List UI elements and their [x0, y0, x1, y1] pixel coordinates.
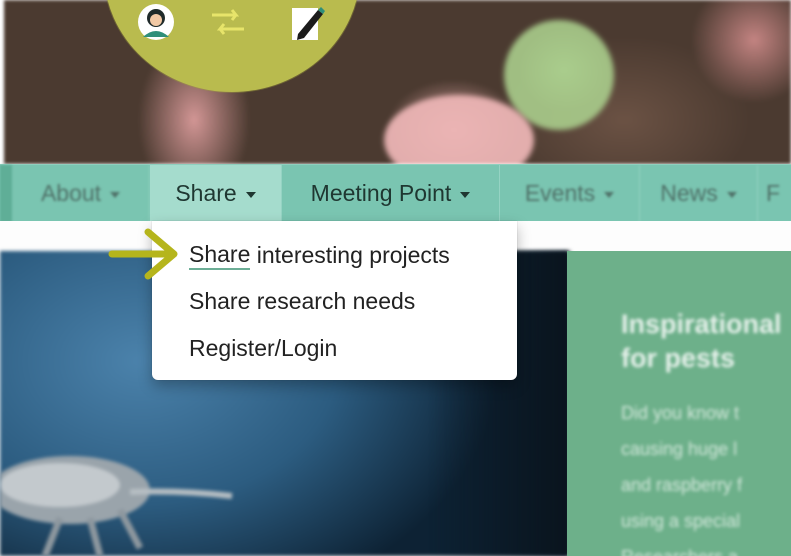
menu-item-share-interesting-projects[interactable]: Share interesting projects — [189, 238, 450, 272]
main-navbar: About Share Meeting Point Events News F — [0, 164, 791, 222]
nav-edge-item[interactable] — [0, 165, 12, 222]
nav-item-label: Share — [175, 180, 237, 206]
nav-item-about[interactable]: About — [12, 165, 150, 222]
nav-item-share[interactable]: Share — [150, 165, 282, 222]
feature-body-line: causing huge l — [621, 439, 738, 459]
nav-item-news[interactable]: News — [640, 165, 758, 222]
weevil-illustration — [0, 456, 233, 556]
caret-down-icon — [460, 191, 471, 198]
caret-down-icon — [604, 191, 615, 198]
nav-item-events[interactable]: Events — [500, 165, 640, 222]
feature-body: Did you know t causing huge l and raspbe… — [621, 395, 791, 556]
caret-down-icon — [726, 191, 737, 198]
menu-item-label-rest: interesting projects — [250, 241, 450, 268]
highlighted-word: Share — [189, 241, 251, 270]
menu-item-label: Share research needs — [189, 287, 416, 314]
feature-title-line: for pests — [621, 343, 736, 373]
annotation-arrow-icon — [108, 228, 178, 280]
caret-down-icon — [110, 191, 121, 198]
menu-item-register-login[interactable]: Register/Login — [189, 331, 337, 365]
page: About Share Meeting Point Events News F — [0, 0, 791, 556]
exchange-arrows-icon — [208, 2, 248, 42]
nav-item-label: News — [660, 180, 718, 206]
nav-item-label: Meeting Point — [310, 180, 452, 206]
nav-item-label: Events — [524, 180, 596, 206]
menu-item-share-research-needs[interactable]: Share research needs — [189, 284, 415, 318]
nav-item-meeting-point[interactable]: Meeting Point — [282, 165, 500, 222]
nav-item-more[interactable]: F — [758, 165, 791, 222]
nav-item-label: About — [40, 180, 102, 206]
person-icon — [136, 2, 176, 42]
pen-document-icon — [288, 2, 328, 42]
feature-body-line: Did you know t — [621, 403, 740, 423]
share-dropdown-menu: Share interesting projects Share researc… — [152, 221, 517, 380]
feature-card[interactable]: Inspirational for pests Did you know t c… — [567, 251, 791, 556]
fingertip — [384, 95, 534, 164]
feature-body-line: and raspberry f — [621, 475, 743, 495]
caret-down-icon — [245, 191, 256, 198]
feature-body-line: using a special — [621, 511, 741, 531]
menu-item-label: Register/Login — [189, 334, 338, 361]
feature-body-line: Researchers a — [621, 539, 791, 556]
nav-item-label: F — [766, 180, 781, 206]
feature-title: Inspirational for pests — [621, 307, 791, 375]
feature-title-line: Inspirational — [621, 309, 782, 339]
